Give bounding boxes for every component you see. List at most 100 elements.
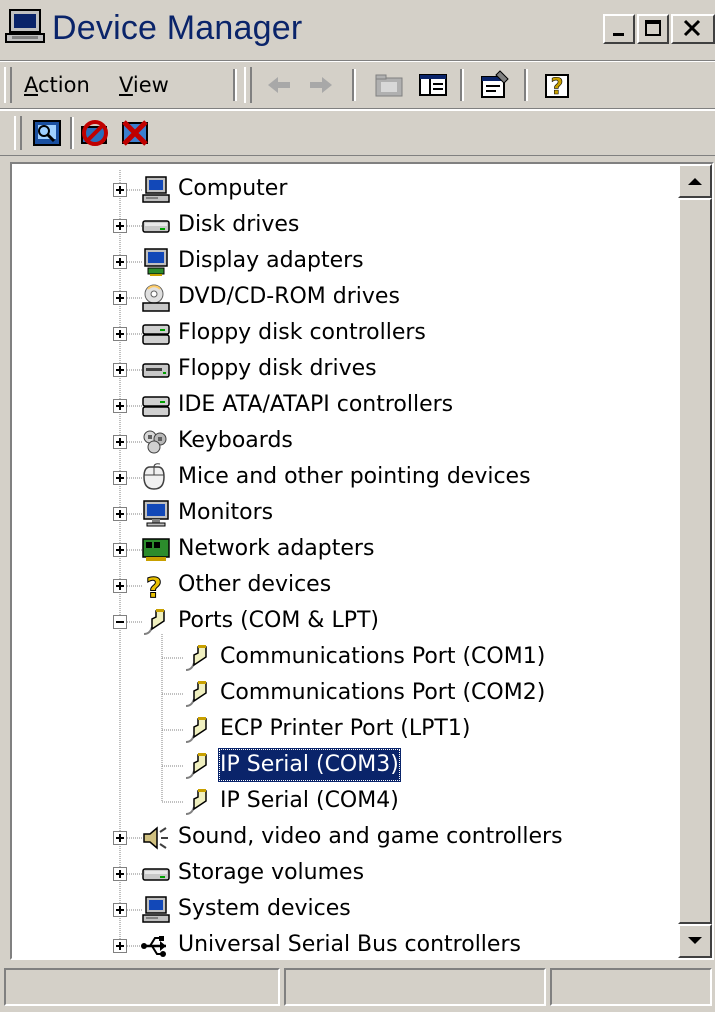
tree-item-label[interactable]: Storage volumes xyxy=(176,856,366,890)
device-toolbar xyxy=(0,110,715,156)
tree-item-label[interactable]: DVD/CD-ROM drives xyxy=(176,280,402,314)
uninstall-device-icon[interactable] xyxy=(118,117,152,149)
expand-toggle-icon[interactable] xyxy=(113,939,127,953)
minimize-button[interactable] xyxy=(603,14,635,44)
menu-view-label: iew xyxy=(132,73,169,97)
arrow-up-icon xyxy=(688,178,702,185)
speaker-icon xyxy=(143,826,168,850)
toolbar-separator xyxy=(233,69,237,101)
device-manager-window: Device Manager Action View ? Computer Di… xyxy=(0,0,715,1012)
expand-toggle-icon[interactable] xyxy=(113,831,127,845)
menu-toolbar: Action View ? xyxy=(0,60,715,110)
status-pane-2 xyxy=(284,968,546,1006)
controller-icon xyxy=(142,396,170,417)
tree-item-label[interactable]: IP Serial (COM4) xyxy=(218,784,401,818)
toolbar-grip[interactable] xyxy=(14,116,22,150)
tree-item-label[interactable]: Disk drives xyxy=(176,208,301,242)
port-connector-icon xyxy=(185,753,207,779)
maximize-button[interactable] xyxy=(637,14,669,44)
device-manager-icon xyxy=(5,9,45,43)
tree-item-label[interactable]: Display adapters xyxy=(176,244,366,278)
close-button[interactable] xyxy=(671,14,715,44)
floppy-drive-icon xyxy=(142,363,170,378)
expand-toggle-icon[interactable] xyxy=(113,219,127,233)
tree-item-label[interactable]: Communications Port (COM1) xyxy=(218,640,547,674)
tree-item-label[interactable]: ECP Printer Port (LPT1) xyxy=(218,712,472,746)
menu-action-label: ction xyxy=(38,73,90,97)
expand-toggle-icon[interactable] xyxy=(113,183,127,197)
collapse-toggle-icon[interactable] xyxy=(113,615,127,629)
tree-item-label[interactable]: Computer xyxy=(176,172,289,206)
properties-icon[interactable] xyxy=(478,69,512,101)
vertical-scrollbar[interactable] xyxy=(678,164,712,958)
toolbar-grip[interactable] xyxy=(244,67,252,103)
tree-item-label[interactable]: System devices xyxy=(176,892,353,926)
tree-item-label[interactable]: Mice and other pointing devices xyxy=(176,460,533,494)
menu-view[interactable]: View xyxy=(117,69,171,101)
expand-toggle-icon[interactable] xyxy=(113,327,127,341)
scrollbar-thumb[interactable] xyxy=(678,198,712,924)
display-adapter-icon xyxy=(144,248,168,276)
toolbar-grip[interactable] xyxy=(4,67,12,103)
scroll-down-button[interactable] xyxy=(678,924,712,958)
toolbar-separator xyxy=(70,117,74,149)
svg-text:?: ? xyxy=(551,75,564,100)
toolbar-separator xyxy=(524,69,528,101)
expand-toggle-icon[interactable] xyxy=(113,435,127,449)
port-connector-icon xyxy=(185,717,207,743)
expand-toggle-icon[interactable] xyxy=(113,291,127,305)
tree-item-label[interactable]: Network adapters xyxy=(176,532,376,566)
disable-device-icon[interactable] xyxy=(78,117,112,149)
scroll-up-button[interactable] xyxy=(678,164,712,198)
tree-item-label[interactable]: Ports (COM & LPT) xyxy=(176,604,381,638)
forward-arrow-icon[interactable] xyxy=(304,69,338,101)
toolbar-separator xyxy=(460,69,464,101)
tree-item-label[interactable]: Universal Serial Bus controllers xyxy=(176,928,523,958)
scan-hardware-icon[interactable] xyxy=(30,117,64,149)
expand-toggle-icon[interactable] xyxy=(113,363,127,377)
back-arrow-icon[interactable] xyxy=(262,69,296,101)
status-pane-3 xyxy=(550,968,712,1006)
tree-item-label[interactable]: Other devices xyxy=(176,568,333,602)
computer-icon xyxy=(142,176,170,203)
expand-toggle-icon[interactable] xyxy=(113,867,127,881)
status-pane-1 xyxy=(4,968,280,1006)
up-folder-icon[interactable] xyxy=(372,69,406,101)
expand-toggle-icon[interactable] xyxy=(113,471,127,485)
expand-toggle-icon[interactable] xyxy=(113,255,127,269)
tree-item-label[interactable]: Floppy disk controllers xyxy=(176,316,428,350)
show-hide-tree-icon[interactable] xyxy=(416,69,450,101)
usb-icon xyxy=(141,936,166,957)
close-icon xyxy=(683,19,701,37)
cdrom-icon xyxy=(142,284,170,312)
expand-toggle-icon[interactable] xyxy=(113,579,127,593)
help-icon[interactable]: ? xyxy=(540,69,574,101)
mouse-icon xyxy=(143,463,165,490)
network-adapter-icon xyxy=(142,538,170,561)
tree-item-label[interactable]: Floppy disk drives xyxy=(176,352,379,386)
tree-item-label[interactable]: IDE ATA/ATAPI controllers xyxy=(176,388,455,422)
selected-device-label[interactable]: IP Serial (COM3) xyxy=(218,748,401,782)
computer-icon xyxy=(142,896,170,923)
expand-toggle-icon[interactable] xyxy=(113,543,127,557)
maximize-icon xyxy=(645,20,661,36)
minimize-icon xyxy=(613,33,624,36)
tree-item-label[interactable]: Sound, video and game controllers xyxy=(176,820,565,854)
window-title: Device Manager xyxy=(52,9,303,47)
tree-item-label[interactable]: Communications Port (COM2) xyxy=(218,676,547,710)
expand-toggle-icon[interactable] xyxy=(113,903,127,917)
expand-toggle-icon[interactable] xyxy=(113,399,127,413)
menu-action[interactable]: Action xyxy=(22,69,92,101)
toolbar-separator xyxy=(352,69,356,101)
port-connector-icon xyxy=(185,789,207,815)
disk-drive-icon xyxy=(142,220,170,233)
title-bar[interactable]: Device Manager xyxy=(0,0,715,56)
port-connector-icon xyxy=(143,609,165,635)
device-tree[interactable]: Computer Disk drives Display adapters DVD/C… xyxy=(10,162,714,960)
tree-item-label[interactable]: Monitors xyxy=(176,496,275,530)
tree-item-label[interactable]: Keyboards xyxy=(176,424,295,458)
expand-toggle-icon[interactable] xyxy=(113,507,127,521)
disk-drive-icon xyxy=(142,868,170,881)
controller-icon xyxy=(142,324,170,345)
port-connector-icon xyxy=(185,645,207,671)
